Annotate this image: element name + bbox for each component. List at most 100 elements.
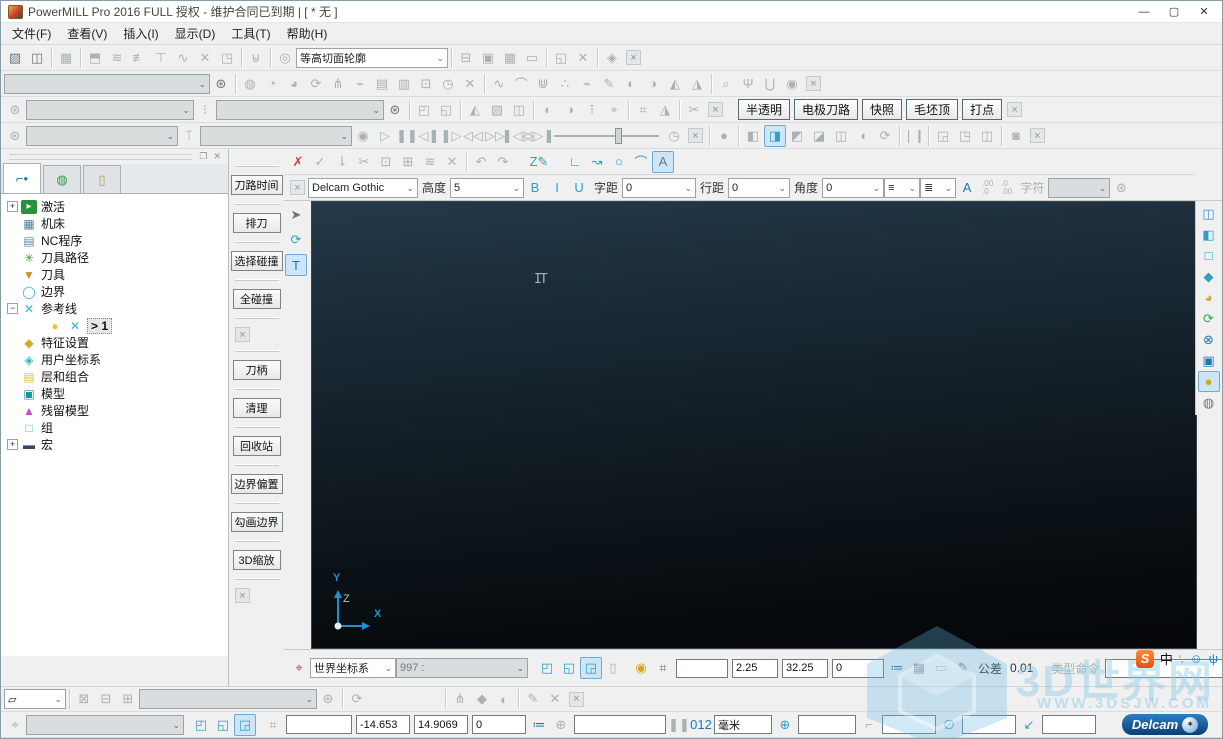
y-view-icon[interactable]: ◱ xyxy=(212,714,234,736)
language-indicator[interactable]: 中 xyxy=(1160,649,1173,668)
cursor-x-field[interactable]: -14.653 xyxy=(356,715,410,734)
grid-toggle-icon[interactable]: ⌗ xyxy=(652,657,674,679)
snap-field[interactable] xyxy=(574,715,666,734)
anchor-dropdown[interactable]: ≣ ⌄ xyxy=(920,177,957,198)
close-toolbar-icon[interactable]: × xyxy=(806,76,821,91)
shade2-icon[interactable]: ◪ xyxy=(808,125,830,147)
refresh-view-icon[interactable]: ⟳ xyxy=(1198,308,1220,329)
arc-draw-icon[interactable]: ⌒ xyxy=(630,151,652,173)
panel-grip[interactable] xyxy=(9,153,193,160)
wave-icon[interactable]: ◕ xyxy=(283,73,305,95)
snap-icon[interactable]: ⊕ xyxy=(550,714,572,736)
close-panel-icon[interactable]: ✕ xyxy=(210,151,224,162)
save-project-icon[interactable]: ◫ xyxy=(26,47,48,69)
flag-icon[interactable]: ◔ xyxy=(261,73,283,95)
pattern-tool-icon[interactable]: ✕ xyxy=(194,47,216,69)
y-coordinate-field[interactable]: 32.25 xyxy=(782,658,828,678)
rotate-curve-icon[interactable]: ⟳ xyxy=(346,688,368,710)
tree-expander-icon[interactable]: − xyxy=(7,303,18,314)
block-side-icon[interactable]: ◱ xyxy=(435,99,457,121)
punctuation-icon[interactable]: ’, xyxy=(1179,654,1184,664)
explorer-tab[interactable]: ⌐• xyxy=(3,163,41,193)
tree-expander-icon[interactable]: + xyxy=(7,201,18,212)
tree-item-nc-programs[interactable]: ▤ NC程序 xyxy=(5,232,228,249)
units-field[interactable]: 毫米 xyxy=(714,715,772,734)
menu-display[interactable]: 显示(D) xyxy=(167,23,224,44)
tree-item-workplanes[interactable]: ◈ 用户坐标系 xyxy=(5,351,228,368)
spray-icon[interactable]: ◑ xyxy=(559,99,581,121)
emoji-icon[interactable]: ☺ xyxy=(1189,651,1202,666)
curve-name-dropdown[interactable]: ⌄ xyxy=(139,689,317,709)
select-x-icon[interactable]: ⌖ xyxy=(603,99,625,121)
toolbar-gripper[interactable] xyxy=(234,540,279,542)
print-icon[interactable]: ▦ xyxy=(55,47,77,69)
block-icon[interactable]: ⬒ xyxy=(84,47,106,69)
exchange-icon[interactable]: ✕ xyxy=(572,47,594,69)
grid2-icon[interactable]: ⌗ xyxy=(262,714,284,736)
monitor2-icon[interactable]: ◳ xyxy=(954,125,976,147)
named-view-dropdown[interactable]: 997 : ⌄ xyxy=(396,658,528,678)
rainbow-icon[interactable]: ◖ xyxy=(852,125,874,147)
x-view-icon[interactable]: ◰ xyxy=(190,714,212,736)
menu-help[interactable]: 帮助(H) xyxy=(279,23,336,44)
z-coordinate-field[interactable]: 0 xyxy=(832,658,884,678)
cleanup-button[interactable]: 清理 xyxy=(232,398,281,418)
axis-curve-icon[interactable]: ⌁ xyxy=(576,73,598,95)
refresh-sim-icon[interactable]: ⟳ xyxy=(874,125,896,147)
spiral-icon[interactable]: Ψ xyxy=(737,73,759,95)
align-dropdown[interactable]: ≡ ⌄ xyxy=(884,177,921,198)
workplane-dropdown[interactable]: ⌄ xyxy=(26,714,184,735)
frame-icon[interactable]: ◙ xyxy=(1005,125,1027,147)
close-toolbar-icon[interactable]: × xyxy=(688,128,703,143)
save-sim-icon[interactable]: ◫ xyxy=(976,125,998,147)
workplane-axis-icon[interactable]: ⌖ xyxy=(288,657,310,679)
y-block-icon[interactable]: ◱ xyxy=(558,657,580,679)
xyz-list2-icon[interactable]: ≔ xyxy=(528,714,550,736)
copy-icon[interactable]: ⊡ xyxy=(375,151,397,173)
tree-item-patterns[interactable]: − ✕ 参考线 xyxy=(5,300,228,317)
pick-mode-dropdown[interactable]: ▱ ⌄ xyxy=(4,689,66,709)
screen-icon[interactable]: ▭ xyxy=(521,47,543,69)
tree-item-tools[interactable]: ▼ 刀具 xyxy=(5,266,228,283)
play-icon[interactable]: ▷ xyxy=(374,125,396,147)
side-view-icon[interactable]: ◧ xyxy=(1198,224,1220,245)
connector-icon[interactable]: ⁝ xyxy=(194,99,216,121)
tangent-arrow-icon[interactable]: ↙ xyxy=(1018,714,1040,736)
globe-view-icon[interactable]: ◍ xyxy=(1198,392,1220,413)
rotate-sim-icon[interactable]: ⟳ xyxy=(305,73,327,95)
font-dropdown[interactable]: Delcam Gothic ⌄ xyxy=(308,177,418,198)
pick-icon[interactable]: ⇂ xyxy=(331,151,353,173)
crosshair-icon[interactable]: ⊕ xyxy=(774,714,796,736)
erase2-icon[interactable]: ✕ xyxy=(544,688,566,710)
tree-item-boundaries[interactable]: ◯ 边界 xyxy=(5,283,228,300)
tree-item-activate[interactable]: + ▸ 激活 xyxy=(5,198,228,215)
cone-icon[interactable]: ◭ xyxy=(664,73,686,95)
iso-view-icon[interactable]: ◫ xyxy=(1198,203,1220,224)
x-block-icon[interactable]: ◰ xyxy=(536,657,558,679)
menu-file[interactable]: 文件(F) xyxy=(4,23,59,44)
tree-item-pattern-1[interactable]: ● ✕ > 1 xyxy=(5,317,228,334)
diameter-field[interactable] xyxy=(962,715,1016,734)
u-shape-icon[interactable]: ⋃ xyxy=(759,73,781,95)
wireframe-view-icon[interactable]: □ xyxy=(1198,245,1220,266)
nc-program-dropdown[interactable]: ⌄ xyxy=(26,99,194,120)
mound-icon[interactable]: ◮ xyxy=(686,73,708,95)
sim-tool-dropdown[interactable]: ⌄ xyxy=(200,125,352,146)
step-back-icon[interactable]: ◁❚ xyxy=(418,125,440,147)
arrange-tools-button[interactable]: 排刀 xyxy=(232,213,281,233)
viewport-canvas[interactable]: IT Y X Z xyxy=(311,201,1197,649)
strategy-dropdown[interactable]: 等高切面轮廓 ⌄ xyxy=(296,47,448,68)
speed-slider[interactable] xyxy=(554,126,659,146)
rewind-icon[interactable]: ◁◁ xyxy=(462,125,484,147)
toolbar-gripper[interactable] xyxy=(234,464,279,466)
toolbar-gripper[interactable] xyxy=(234,502,279,504)
holder-button[interactable]: 刀柄 xyxy=(232,360,281,380)
close-button[interactable]: ✕ xyxy=(1189,2,1219,22)
points-icon[interactable]: ∴ xyxy=(554,73,576,95)
text-edit-icon[interactable]: T xyxy=(285,254,307,276)
calculator-grid-icon[interactable]: ▦ xyxy=(908,657,930,679)
open-project-icon[interactable]: ▨ xyxy=(4,47,26,69)
maximize-button[interactable]: ▢ xyxy=(1159,2,1189,22)
menu-tools[interactable]: 工具(T) xyxy=(223,23,278,44)
tangent-field[interactable] xyxy=(1042,715,1096,734)
